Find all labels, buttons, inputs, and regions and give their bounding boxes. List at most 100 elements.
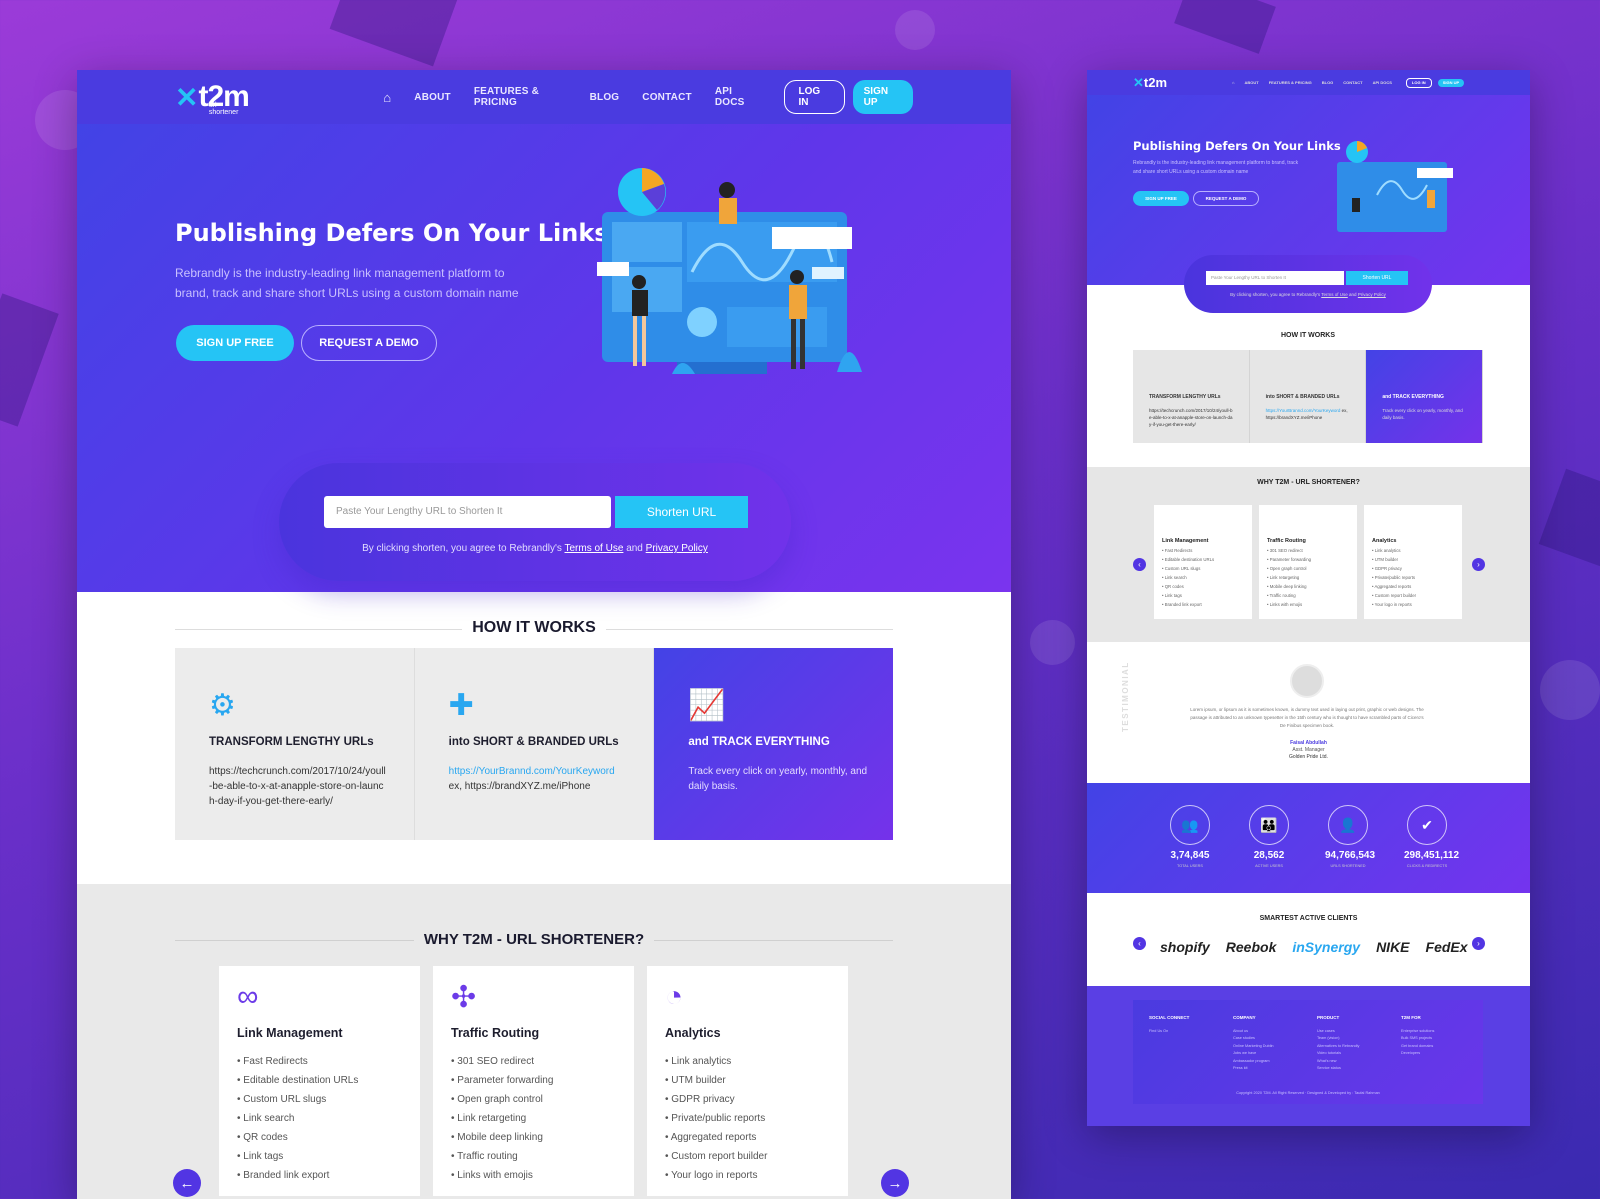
top-navbar: ✕ t2m url shortener ⌂ ABOUT FEATURES & P… bbox=[77, 70, 1011, 124]
feature-item-text: Custom report builder bbox=[671, 1151, 768, 1162]
side-signup-free-button[interactable]: SIGN UP FREE bbox=[1133, 191, 1189, 206]
clients-next-arrow-icon[interactable]: › bbox=[1472, 937, 1485, 950]
privacy-policy-link[interactable]: Privacy Policy bbox=[646, 543, 708, 554]
nav-link-about[interactable]: ABOUT bbox=[414, 92, 451, 103]
side-card-short: into SHORT & BRANDED URLs https://YourBra… bbox=[1249, 350, 1367, 443]
testimonial-label: TESTIMONIAL bbox=[1121, 661, 1130, 732]
side-nav-contact[interactable]: CONTACT bbox=[1343, 80, 1362, 85]
side-card-text: Track every click on yearly, monthly, an… bbox=[1382, 408, 1463, 420]
side-next-arrow-icon[interactable]: › bbox=[1472, 558, 1485, 571]
card-short-branded: ✚ into SHORT & BRANDED URLs https://Your… bbox=[414, 648, 655, 840]
url-shortener-box: Paste Your Lengthy URL to Shorten It Sho… bbox=[279, 463, 791, 581]
side-prev-arrow-icon[interactable]: ‹ bbox=[1133, 558, 1146, 571]
nav-link-api-docs[interactable]: API DOCS bbox=[715, 86, 757, 108]
routing-icon: ✣ bbox=[451, 981, 477, 1014]
feature-item: • Branded link export bbox=[237, 1170, 330, 1181]
side-how-it-works-cards: TRANSFORM LENGTHY URLs https://techcrunch… bbox=[1133, 350, 1484, 443]
side-feature-item-text: QR codes bbox=[1164, 584, 1184, 589]
feature-item: • Aggregated reports bbox=[665, 1132, 757, 1143]
nav-link-features[interactable]: FEATURES & PRICING bbox=[474, 86, 567, 108]
footer-item: Find Us On bbox=[1149, 1028, 1169, 1033]
footer-link[interactable]: What's new bbox=[1317, 1058, 1379, 1066]
example-link[interactable]: https://YourBrannd.com/YourKeyword bbox=[449, 764, 629, 779]
side-home-icon[interactable]: ⌂ bbox=[1232, 80, 1234, 85]
example-text: ex, https://brandXYZ.me/iPhone bbox=[448, 781, 591, 792]
footer-link[interactable]: Online Marketing Dublin bbox=[1233, 1043, 1295, 1051]
nav-link-contact[interactable]: CONTACT bbox=[642, 92, 692, 103]
feature-item-text: Editable destination URLs bbox=[243, 1075, 359, 1086]
footer-link[interactable]: Enterprise solutions bbox=[1401, 1028, 1463, 1036]
how-it-works-cards: ⚙ TRANSFORM LENGTHY URLs https://techcru… bbox=[175, 648, 894, 840]
side-feature-3: Analytics • Link analytics • UTM builder… bbox=[1364, 505, 1462, 619]
footer-link[interactable]: Ambassador program bbox=[1233, 1058, 1295, 1066]
side-nav-api[interactable]: API DOCS bbox=[1373, 80, 1392, 85]
side-card-link[interactable]: https://YourBrannd.com/YourKeyword bbox=[1266, 408, 1341, 413]
client-logo: shopify bbox=[1160, 939, 1210, 955]
client-logo: inSynergy bbox=[1292, 939, 1361, 955]
feature-traffic-routing: ✣ Traffic Routing • 301 SEO redirect • P… bbox=[433, 966, 634, 1196]
url-input[interactable]: Paste Your Lengthy URL to Shorten It bbox=[324, 496, 611, 528]
stat-label: ACTIVE USERS bbox=[1255, 864, 1283, 868]
side-logo-x-icon: ✕ bbox=[1133, 74, 1144, 90]
signup-free-button[interactable]: SIGN UP FREE bbox=[176, 325, 294, 361]
side-testimonial: TESTIMONIAL Lorem ipsum, or lipsum as it… bbox=[1087, 642, 1530, 783]
login-button[interactable]: LOG IN bbox=[784, 80, 845, 114]
side-feature-item: • Link search bbox=[1162, 575, 1187, 580]
side-request-demo-button[interactable]: REQUEST A DEMO bbox=[1193, 191, 1259, 206]
side-url-input[interactable]: Paste Your Lengthy URL to Shorten It bbox=[1206, 271, 1344, 285]
side-shorten-button[interactable]: Shorten URL bbox=[1346, 271, 1408, 285]
footer-link[interactable]: Case studies bbox=[1233, 1035, 1295, 1043]
side-login-button[interactable]: LOG IN bbox=[1405, 77, 1432, 88]
footer-col-title: SOCIAL CONNECT bbox=[1149, 1015, 1190, 1020]
side-terms-link[interactable]: Terms of Use bbox=[1321, 292, 1348, 297]
side-nav-about[interactable]: ABOUT bbox=[1244, 80, 1258, 85]
feature-item: • Custom URL slugs bbox=[237, 1094, 327, 1105]
footer-link[interactable]: Alternatives to Rebrandly bbox=[1317, 1043, 1379, 1051]
side-nav-blog[interactable]: BLOG bbox=[1322, 80, 1334, 85]
stat-value: 94,766,543 bbox=[1325, 850, 1376, 861]
nav-link-blog[interactable]: BLOG bbox=[590, 92, 620, 103]
feature-item-text: Link search bbox=[243, 1113, 295, 1124]
footer-link[interactable]: Video tutorials bbox=[1317, 1050, 1379, 1058]
side-logo[interactable]: ✕t2m bbox=[1133, 75, 1167, 91]
stat-urls-shortened: 👤 94,766,543 URLS SHORTENED bbox=[1325, 805, 1376, 893]
footer-link[interactable]: Developers bbox=[1401, 1050, 1463, 1058]
side-feature-item: • Private/public reports bbox=[1372, 575, 1416, 580]
side-feature-item: • Custom URL slugs bbox=[1162, 566, 1201, 571]
footer-link[interactable]: Service status bbox=[1317, 1065, 1379, 1073]
clients-prev-arrow-icon[interactable]: ‹ bbox=[1133, 937, 1146, 950]
desktop-mockup: ✕ t2m url shortener ⌂ ABOUT FEATURES & P… bbox=[77, 70, 1011, 1199]
prev-arrow-icon[interactable]: ← bbox=[173, 1169, 201, 1197]
why-title: WHY T2M - URL SHORTENER? bbox=[175, 931, 893, 948]
next-arrow-icon[interactable]: → bbox=[881, 1169, 909, 1197]
side-signup-button[interactable]: SIGN UP bbox=[1437, 78, 1465, 87]
feature-title: Link Management bbox=[237, 1026, 343, 1040]
broken-link-icon: ∞ bbox=[237, 980, 259, 1013]
footer-link[interactable]: About us bbox=[1233, 1028, 1295, 1036]
footer-link[interactable]: Press kit bbox=[1233, 1065, 1295, 1073]
terms-of-use-link[interactable]: Terms of Use bbox=[565, 543, 624, 554]
footer-link[interactable]: Jobs we have bbox=[1233, 1050, 1295, 1058]
stat-clicks: ✔ 298,451,112 CLICKS & REDIRECTS bbox=[1404, 805, 1459, 893]
side-privacy-link[interactable]: Privacy Policy bbox=[1358, 292, 1386, 297]
footer-link[interactable]: Use cases bbox=[1317, 1028, 1379, 1036]
request-demo-button[interactable]: REQUEST A DEMO bbox=[301, 325, 437, 361]
users-icon: 👥 bbox=[1170, 805, 1210, 845]
footer-link[interactable]: Bulk SMS projects bbox=[1401, 1035, 1463, 1043]
home-icon[interactable]: ⌂ bbox=[383, 90, 391, 105]
feature-item: • Link analytics bbox=[665, 1056, 732, 1067]
brand-logo[interactable]: ✕ t2m url shortener bbox=[175, 82, 250, 117]
feature-item: • Link search bbox=[237, 1113, 295, 1124]
feature-item-text: Custom URL slugs bbox=[243, 1094, 327, 1105]
side-nav-links: ⌂ ABOUT FEATURES & PRICING BLOG CONTACT … bbox=[1232, 80, 1392, 85]
footer-link[interactable]: Get brand domains bbox=[1401, 1043, 1463, 1051]
feature-item-text: Branded link export bbox=[243, 1170, 330, 1181]
side-nav-features[interactable]: FEATURES & PRICING bbox=[1269, 80, 1312, 85]
side-feature-item-text: UTM builder bbox=[1374, 557, 1399, 562]
card-title: TRANSFORM LENGTHY URLs bbox=[209, 736, 374, 748]
signup-button[interactable]: SIGN UP bbox=[852, 80, 913, 114]
shorten-url-button[interactable]: Shorten URL bbox=[615, 496, 748, 528]
footer-link[interactable]: Team (vision) bbox=[1317, 1035, 1379, 1043]
feature-title: Traffic Routing bbox=[451, 1026, 540, 1040]
feature-item: • GDPR privacy bbox=[665, 1094, 735, 1105]
